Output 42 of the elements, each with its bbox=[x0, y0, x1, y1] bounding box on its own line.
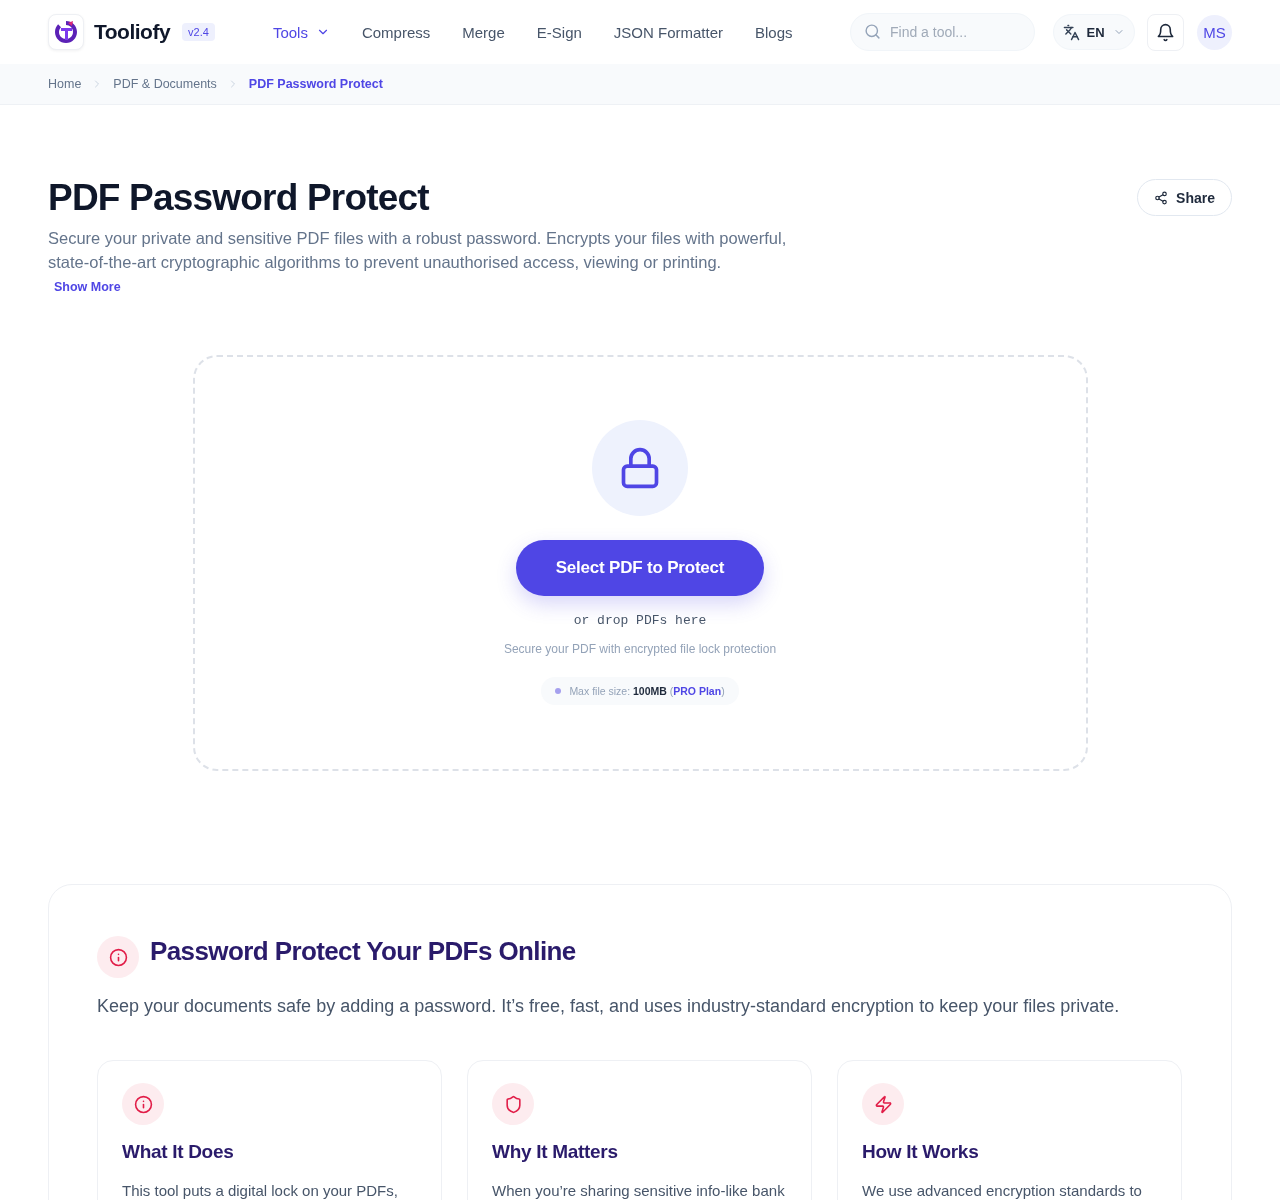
page-title: PDF Password Protect bbox=[48, 176, 429, 220]
user-avatar[interactable]: MS bbox=[1197, 14, 1232, 50]
breadcrumb-link[interactable]: PDF & Documents bbox=[113, 77, 217, 91]
bell-icon bbox=[1156, 22, 1175, 42]
breadcrumb-link[interactable]: PDF Password Protect bbox=[248, 77, 383, 91]
search-field[interactable]: Find a tool... bbox=[850, 13, 1035, 51]
breadcrumb-link[interactable]: Home bbox=[48, 77, 82, 91]
nav-link[interactable]: Tools bbox=[272, 23, 330, 41]
language-button[interactable]: EN bbox=[1053, 14, 1135, 50]
shield-icon bbox=[492, 1083, 534, 1125]
lightning-icon bbox=[862, 1083, 904, 1125]
show-more-link[interactable]: Show More bbox=[54, 278, 121, 296]
share-button[interactable]: Share bbox=[1137, 179, 1232, 216]
nav-link[interactable]: Merge bbox=[462, 23, 505, 41]
feature-text: This tool puts a digital lock on your PDFs, bbox=[122, 1182, 399, 1200]
feature-text: When you’re sharing sensitive info-like bank bbox=[492, 1182, 786, 1200]
translate-icon bbox=[1063, 23, 1081, 41]
section-intro: Keep your documents safe by adding a password. It’s free, fast, and uses industry-standard encryption to keep your files private. bbox=[97, 995, 1121, 1018]
feature-text: We use advanced encryption standards to bbox=[862, 1182, 1143, 1200]
share-icon bbox=[1154, 190, 1169, 205]
version-tag: v2.4 bbox=[182, 23, 215, 41]
feature-title: What It Does bbox=[122, 1140, 235, 1164]
file-limit-text: Max file size: 100MB (PRO Plan) bbox=[569, 685, 725, 697]
page-description: Secure your private and sensitive PDF files with a robust password. Encrypts your files with powerful, state-of-the-art cryptographic algorithms to prevent unauthorised access, viewing or printing. bbox=[48, 228, 788, 273]
feature-title: Why It Matters bbox=[492, 1140, 619, 1164]
info-icon bbox=[97, 936, 139, 978]
logo-icon[interactable] bbox=[48, 14, 84, 50]
bullet-icon bbox=[555, 688, 562, 694]
search-icon bbox=[864, 23, 881, 40]
nav-link[interactable]: Compress bbox=[361, 23, 431, 41]
drop-zone[interactable]: Select PDF to Protect or drop PDFs here Secure your PDF with encrypted file lock protection Max file size: 100MB (PRO Plan) bbox=[192, 355, 1088, 771]
drop-hint: or drop PDFs here bbox=[573, 612, 707, 630]
feature-title: How It Works bbox=[862, 1140, 980, 1164]
brand-name[interactable]: Tooliofy bbox=[94, 20, 171, 44]
section-title: Password Protect Your PDFs Online bbox=[150, 936, 576, 966]
select-pdf-button[interactable]: Select PDF to Protect bbox=[516, 540, 764, 596]
nav-link[interactable]: E-Sign bbox=[536, 23, 582, 41]
nav-link[interactable]: JSON Formatter bbox=[613, 23, 724, 41]
info-icon bbox=[122, 1083, 164, 1125]
notifications-button[interactable] bbox=[1147, 13, 1184, 51]
upload-subtitle: Secure your PDF with encrypted file lock protection bbox=[503, 641, 777, 657]
nav-link[interactable]: Blogs bbox=[755, 23, 793, 41]
